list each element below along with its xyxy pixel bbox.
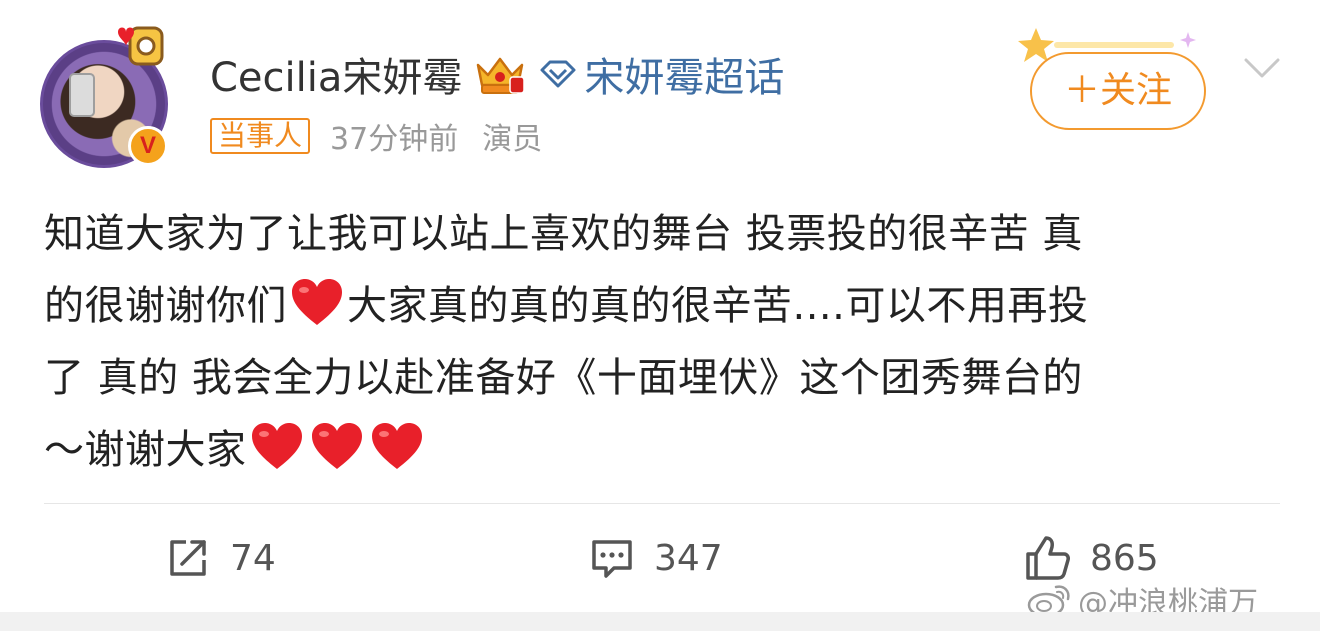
avatar-container[interactable]: V xyxy=(40,26,170,170)
diamond-icon xyxy=(540,60,576,88)
heart-icon xyxy=(311,423,362,469)
divider xyxy=(44,503,1280,504)
like-icon xyxy=(1026,536,1070,580)
post-line-2-a: 的很谢谢你们 xyxy=(44,283,287,329)
chevron-down-icon[interactable] xyxy=(1242,56,1282,80)
follow-button[interactable]: ＋关注 xyxy=(1030,52,1206,130)
crown-icon[interactable] xyxy=(472,51,528,97)
comment-button[interactable]: 347 xyxy=(588,528,723,588)
post-time: 37分钟前 xyxy=(330,122,459,157)
meta-row: 当事人 37分钟前 演员 xyxy=(210,116,543,157)
heart-icon xyxy=(292,279,342,325)
post-line-2-b: 大家真的真的真的很辛苦....可以不用再投 xyxy=(347,283,1089,329)
comment-count: 347 xyxy=(654,537,723,579)
like-count: 865 xyxy=(1090,537,1159,579)
heart-icon xyxy=(371,423,422,469)
post-line-1: 知道大家为了让我可以站上喜欢的舞台 投票投的很辛苦 真 xyxy=(44,211,1083,257)
verified-badge: V xyxy=(128,126,168,166)
repost-button[interactable]: 74 xyxy=(164,528,276,588)
bottom-bar xyxy=(0,612,1320,631)
supertopic-link[interactable]: 宋妍霉超话 xyxy=(538,45,784,103)
follow-area: ＋关注 xyxy=(1000,24,1220,136)
supertopic-label: 宋妍霉超话 xyxy=(584,55,785,101)
post-line-4: ～谢谢大家 xyxy=(44,414,1280,486)
role-tag: 当事人 xyxy=(210,118,311,154)
repost-count: 74 xyxy=(230,537,276,579)
heart-icon xyxy=(251,423,302,469)
post-source: 演员 xyxy=(482,122,543,157)
post-text: 知道大家为了让我可以站上喜欢的舞台 投票投的很辛苦 真 的很谢谢你们 大家真的真的… xyxy=(44,198,1280,486)
name-row: Cecilia宋妍霉 宋妍霉超话 xyxy=(210,46,784,102)
avatar-pendant-icon xyxy=(118,26,164,66)
post-line-4-text: ～谢谢大家 xyxy=(44,427,247,473)
comment-icon xyxy=(592,540,632,578)
username[interactable]: Cecilia宋妍霉 xyxy=(210,45,462,103)
avatar-phone-detail xyxy=(69,73,95,117)
post-line-2: 的很谢谢你们 大家真的真的真的很辛苦....可以不用再投 xyxy=(44,270,1280,342)
repost-icon xyxy=(170,540,206,576)
post-line-3: 了 真的 我会全力以赴准备好《十面埋伏》这个团秀舞台的 xyxy=(44,355,1083,401)
